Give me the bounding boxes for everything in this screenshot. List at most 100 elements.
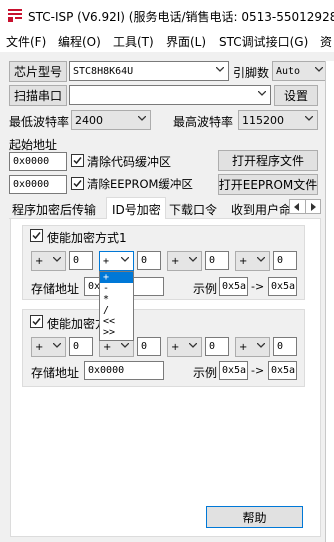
encrypt1-val-2-input[interactable]: 0 <box>137 251 161 270</box>
clear-code-buffer-checkbox[interactable] <box>71 154 84 167</box>
clear-eeprom-buffer-label: 清除EEPROM缓冲区 <box>87 177 193 191</box>
encrypt2-op-2-value: + <box>103 341 112 353</box>
encrypt1-arrow-text: -> <box>251 280 265 293</box>
clear-code-buffer-label: 清除代码缓冲区 <box>87 155 172 169</box>
encrypt1-op-1-value: + <box>35 255 44 267</box>
encrypt2-op-4-select[interactable]: + <box>235 337 270 357</box>
menu-file[interactable]: 文件(F) <box>6 33 46 50</box>
help-button[interactable]: 帮助 <box>206 506 303 528</box>
pin-count-select[interactable]: Auto <box>272 61 328 81</box>
encrypt1-op-3-value: + <box>171 255 180 267</box>
chevron-down-icon <box>53 343 61 348</box>
encrypt2-storage-label: 存储地址 <box>31 366 80 380</box>
encrypt2-val-1-input[interactable]: 0 <box>69 337 93 356</box>
encrypt1-storage-label: 存储地址 <box>31 282 80 296</box>
checkmark-icon <box>73 180 82 188</box>
dropdown-option-subtract[interactable]: - <box>100 283 133 294</box>
tab-received-user[interactable]: 收到用户命 <box>231 199 289 219</box>
pin-count-label: 引脚数 <box>233 66 270 80</box>
encrypt1-example-label: 示例 <box>193 282 218 296</box>
encrypt2-val-3-input[interactable]: 0 <box>205 337 229 356</box>
encrypt1-example-out: 0x5a <box>268 277 297 296</box>
min-baud-value: 2400 <box>75 113 103 127</box>
min-baud-label: 最低波特率 <box>9 115 70 129</box>
encrypt1-op-2-select[interactable]: + <box>99 251 134 271</box>
dropdown-option-shift-left[interactable]: << <box>100 316 133 327</box>
tab-scroll-buttons <box>289 199 321 214</box>
dropdown-option-add[interactable]: + <box>100 272 133 283</box>
chevron-down-icon <box>189 343 197 348</box>
scan-port-button[interactable]: 扫描串口 <box>9 85 67 106</box>
dropdown-option-multiply[interactable]: * <box>100 294 133 305</box>
menu-tools[interactable]: 工具(T) <box>113 33 154 50</box>
encrypt1-op-3-select[interactable]: + <box>167 251 202 271</box>
chevron-down-icon <box>257 257 265 262</box>
checkmark-icon <box>32 318 41 326</box>
app-icon <box>8 9 22 22</box>
chevron-down-icon <box>189 257 197 262</box>
encrypt1-op-2-value: + <box>103 255 110 267</box>
chevron-down-icon <box>216 67 224 72</box>
menu-debug-interface[interactable]: STC调试接口(G) <box>219 33 308 50</box>
menu-resources[interactable]: 资 <box>320 33 332 50</box>
chevron-down-icon <box>121 257 129 262</box>
menu-interface[interactable]: 界面(L) <box>166 33 206 50</box>
open-eeprom-file-button[interactable]: 打开EEPROM文件 <box>218 174 318 195</box>
max-baud-label: 最高波特率 <box>173 115 234 129</box>
chip-model-select[interactable]: STC8H8K64U <box>69 61 229 81</box>
checkmark-icon <box>73 157 82 165</box>
menu-bar: 文件(F) 编程(O) 工具(T) 界面(L) STC调试接口(G) 资 <box>0 30 334 52</box>
chevron-down-icon <box>258 91 266 96</box>
clear-eeprom-buffer-checkbox[interactable] <box>71 177 84 190</box>
enable-encrypt-2-checkbox[interactable] <box>30 315 43 328</box>
max-baud-select[interactable]: 115200 <box>238 110 318 130</box>
chevron-down-icon <box>121 343 129 348</box>
dropdown-option-shift-right[interactable]: >> <box>100 327 133 338</box>
operator-dropdown-list: + - * / << >> <box>99 271 134 341</box>
eeprom-start-address-input[interactable]: 0x0000 <box>9 175 67 194</box>
tab-encrypted-download[interactable]: 程序加密后传输 <box>12 199 106 219</box>
dropdown-option-divide[interactable]: / <box>100 305 133 316</box>
menu-program[interactable]: 编程(O) <box>58 33 101 50</box>
title-bar: STC-ISP (V6.92I) (服务电话/销售电话: 0513-550129… <box>0 0 334 30</box>
encrypt1-op-4-value: + <box>239 255 248 267</box>
window-title: STC-ISP (V6.92I) (服务电话/销售电话: 0513-550129… <box>28 10 334 24</box>
encrypt1-val-1-input[interactable]: 0 <box>69 251 93 270</box>
chip-model-value: STC8H8K64U <box>73 65 134 77</box>
encrypt2-val-4-input[interactable]: 0 <box>273 337 297 356</box>
tab-id-encryption[interactable]: ID号加密 <box>106 197 166 220</box>
enable-encrypt-1-checkbox[interactable] <box>30 229 43 242</box>
serial-port-select[interactable] <box>69 85 271 105</box>
encrypt2-val-2-input[interactable]: 0 <box>137 337 161 356</box>
enable-encrypt-1-label: 使能加密方式1 <box>47 231 127 245</box>
encrypt2-arrow-text: -> <box>251 364 265 377</box>
scroll-right-icon[interactable] <box>310 203 317 211</box>
scroll-left-icon[interactable] <box>293 203 300 211</box>
chip-model-button[interactable]: 芯片型号 <box>9 61 67 82</box>
encrypt2-example-in: 0x5a <box>219 361 248 380</box>
encrypt2-example-label: 示例 <box>193 366 218 380</box>
max-baud-value: 115200 <box>242 113 284 127</box>
tab-download-password[interactable]: 下载口令 <box>169 199 229 219</box>
chevron-down-icon <box>257 343 265 348</box>
min-baud-select[interactable]: 2400 <box>71 110 151 130</box>
chevron-down-icon <box>138 116 146 121</box>
encrypt2-op-3-value: + <box>171 341 180 353</box>
open-program-file-button[interactable]: 打开程序文件 <box>218 150 318 171</box>
encrypt2-op-3-select[interactable]: + <box>167 337 202 357</box>
pin-count-value: Auto <box>276 65 301 77</box>
encrypt1-op-4-select[interactable]: + <box>235 251 270 271</box>
chevron-down-icon <box>305 116 313 121</box>
encrypt1-val-3-input[interactable]: 0 <box>205 251 229 270</box>
encrypt1-op-1-select[interactable]: + <box>31 251 66 271</box>
encrypt2-op-1-select[interactable]: + <box>31 337 66 357</box>
encrypt1-val-4-input[interactable]: 0 <box>273 251 297 270</box>
encrypt2-op-1-value: + <box>35 341 44 353</box>
checkmark-icon <box>32 232 41 240</box>
code-start-address-input[interactable]: 0x0000 <box>9 152 67 171</box>
encrypt2-example-out: 0x5a <box>268 361 297 380</box>
settings-button[interactable]: 设置 <box>274 85 318 106</box>
chevron-down-icon <box>53 257 61 262</box>
start-address-label: 起始地址 <box>9 138 58 152</box>
encrypt2-storage-input[interactable]: 0x0000 <box>84 361 164 380</box>
